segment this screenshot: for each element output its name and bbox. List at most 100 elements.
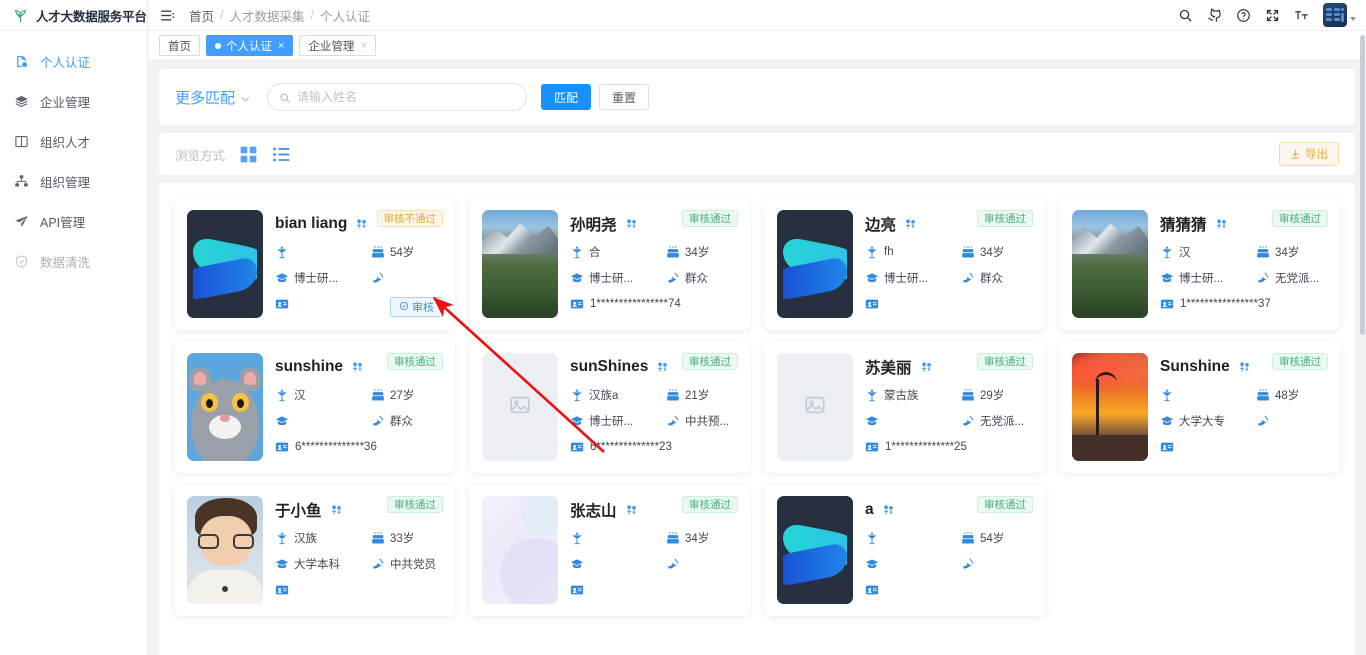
person-card[interactable]: 审核通过 sunShines 汉族a 21岁 博士研... 中共预... 6********… <box>469 342 750 473</box>
close-icon[interactable]: × <box>360 40 366 52</box>
card-cell: 审核不通过 bian liang 54岁 博士研... 审核 <box>167 193 462 336</box>
info-row: 群众 <box>275 408 443 434</box>
info-row: 大学大专 <box>1160 408 1328 434</box>
info-row: 合 34岁 <box>570 239 738 265</box>
github-icon[interactable] <box>1207 8 1222 23</box>
export-button[interactable]: 导出 <box>1279 142 1339 166</box>
review-button[interactable]: 审核 <box>390 297 443 317</box>
breadcrumb-item-home[interactable]: 首页 <box>189 6 214 25</box>
breadcrumb-item-personal-certification[interactable]: 个人认证 <box>320 6 370 25</box>
hammer-sickle-icon <box>666 557 680 571</box>
id-field: 1****************37 <box>1160 291 1328 317</box>
tab-home[interactable]: 首页 <box>159 35 200 56</box>
avatar[interactable] <box>1323 3 1356 27</box>
grid-view-icon[interactable] <box>239 145 258 164</box>
fullscreen-icon[interactable] <box>1265 8 1280 23</box>
brand-logo[interactable]: 人才大数据服务平台 <box>0 0 147 31</box>
breadcrumb-item-talent-collection[interactable]: 人才数据采集 <box>230 6 305 25</box>
ethnicity-icon <box>275 245 289 259</box>
sidebar-item-organization-management[interactable]: 组织管理 <box>0 161 147 201</box>
sidebar-item-api-management[interactable]: API管理 <box>0 201 147 241</box>
id-card-icon <box>570 440 584 454</box>
tab-personal-certification[interactable]: 个人认证 × <box>206 35 294 56</box>
person-card[interactable]: 审核通过 苏美丽 蒙古族 29岁 无党派... 1**************25 <box>764 342 1045 473</box>
font-size-icon[interactable] <box>1294 8 1309 23</box>
info-row: 54岁 <box>275 239 443 265</box>
person-card[interactable]: 审核通过 sunshine 汉 27岁 群众 6**************36 <box>174 342 455 473</box>
file-badge-icon <box>14 54 29 69</box>
close-icon[interactable]: × <box>278 40 284 52</box>
education-field: 博士研... <box>570 413 666 429</box>
match-button[interactable]: 匹配 <box>541 84 592 110</box>
age-field: 34岁 <box>961 244 1033 260</box>
tab-label: 个人认证 <box>226 40 272 53</box>
person-card[interactable]: 审核通过 Sunshine 48岁 大学大专 <box>1059 342 1340 473</box>
person-card[interactable]: 审核不通过 bian liang 54岁 博士研... 审核 <box>174 199 455 330</box>
info-row: 无党派... <box>865 408 1033 434</box>
id-field: 1****************74 <box>570 291 738 317</box>
age-value: 34岁 <box>685 247 710 259</box>
search-input[interactable] <box>297 90 516 104</box>
sidebar-item-organization-talent[interactable]: 组织人才 <box>0 121 147 161</box>
card-body: 审核通过 Sunshine 48岁 大学大专 <box>1148 353 1328 462</box>
search-icon[interactable] <box>1178 8 1193 23</box>
ethnicity-icon <box>275 531 289 545</box>
hammer-sickle-icon <box>961 557 975 571</box>
graduation-cap-icon <box>275 414 289 428</box>
sidebar-item-personal-certification[interactable]: 个人认证 <box>0 41 147 81</box>
age-value: 48岁 <box>1275 390 1300 402</box>
info-row: 博士研... 无党派... <box>1160 265 1328 291</box>
tab-enterprise-management[interactable]: 企业管理 × <box>299 35 376 56</box>
card-cell: 审核通过 Sunshine 48岁 大学大专 <box>1052 336 1347 479</box>
card-info: 汉族 33岁 大学本科 中共党员 <box>275 525 443 603</box>
gender-icon <box>355 218 368 231</box>
person-card[interactable]: 审核通过 猜猜猜汉 34岁 博士研... 无党派... 1****************… <box>1059 199 1340 330</box>
status-badge: 审核通过 <box>387 353 443 370</box>
send-icon <box>14 214 29 229</box>
age-field: 27岁 <box>371 387 443 403</box>
filter-bar: 更多匹配 匹配 重置 <box>159 69 1355 125</box>
hamburger-icon[interactable] <box>160 8 175 23</box>
card-body: 审核通过 张志山 34岁 <box>558 496 738 605</box>
age-field: 54岁 <box>961 530 1033 546</box>
sidebar-item-enterprise-management[interactable]: 企业管理 <box>0 81 147 121</box>
search-input-wrapper[interactable] <box>267 83 528 111</box>
politics-value: 群众 <box>390 416 413 428</box>
help-circle-icon[interactable] <box>1236 8 1251 23</box>
sidebar-item-data-cleaning[interactable]: 数据清洗 <box>0 241 147 281</box>
age-value: 54岁 <box>390 247 415 259</box>
card-cell: 审核通过 边亮 fh 34岁 博士研... 群众 <box>757 193 1052 336</box>
page-scrollbar[interactable] <box>1359 31 1366 621</box>
hammer-sickle-icon <box>961 414 975 428</box>
breadcrumb-separator: / <box>220 8 224 22</box>
politics-value: 群众 <box>685 273 708 285</box>
person-card[interactable]: 审核通过 孙明尧合 34岁 博士研... 群众 1****************74 <box>469 199 750 330</box>
more-match-dropdown[interactable]: 更多匹配 <box>175 87 251 108</box>
ethnicity-field: 合 <box>570 244 666 260</box>
ethnicity-field <box>275 245 371 259</box>
image-placeholder-icon <box>804 394 826 421</box>
education-field <box>865 414 961 428</box>
education-field: 大学大专 <box>1160 413 1256 429</box>
age-field: 29岁 <box>961 387 1033 403</box>
person-card[interactable]: 审核通过 于小鱼 汉族 33岁 大学本科 中共党员 <box>174 485 455 616</box>
scrollbar-thumb[interactable] <box>1360 35 1365 335</box>
id-card-icon <box>1160 297 1174 311</box>
person-card[interactable]: 审核通过 边亮 fh 34岁 博士研... 群众 <box>764 199 1045 330</box>
card-info: 合 34岁 博士研... 群众 1****************74 <box>570 239 738 317</box>
card-cell: 审核通过 孙明尧合 34岁 博士研... 群众 1****************74 <box>462 193 757 336</box>
person-card[interactable]: 审核通过 张志山 34岁 <box>469 485 750 616</box>
list-view-icon[interactable] <box>272 145 291 164</box>
gender-icon <box>625 218 638 231</box>
politics-field: 群众 <box>961 270 1033 286</box>
person-card[interactable]: 审核通过 a 54岁 <box>764 485 1045 616</box>
education-value: 大学本科 <box>294 559 340 571</box>
status-badge: 审核通过 <box>977 210 1033 227</box>
info-row: 汉 34岁 <box>1160 239 1328 265</box>
ethnicity-field: 汉 <box>275 387 371 403</box>
reset-button[interactable]: 重置 <box>599 84 650 110</box>
ethnicity-icon <box>275 388 289 402</box>
education-field <box>570 557 666 571</box>
hammer-sickle-icon <box>1256 414 1270 428</box>
ethnicity-icon <box>865 531 879 545</box>
